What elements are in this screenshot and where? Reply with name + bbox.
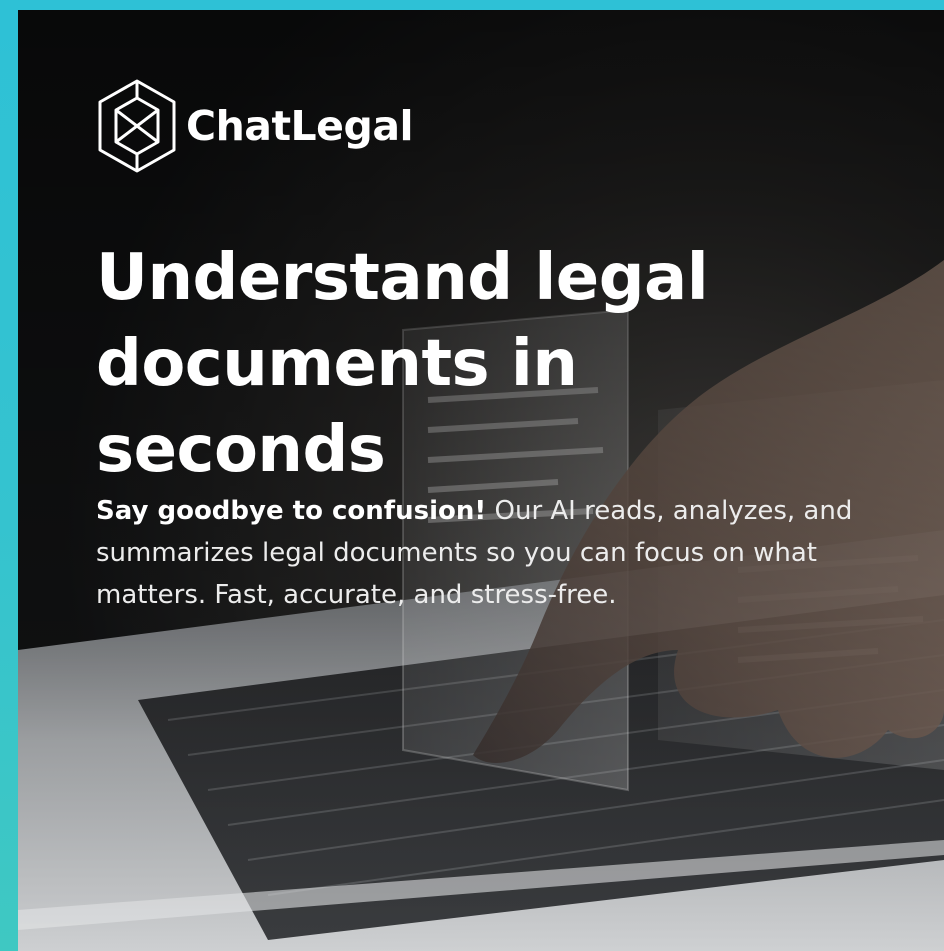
hero-description: Say goodbye to confusion! Our AI reads, … (96, 490, 886, 616)
headline-line: documents in (96, 327, 578, 401)
hero-headline: Understand legal documents in seconds (96, 235, 856, 493)
hexagon-monogram-icon (96, 78, 178, 174)
headline-line: Understand legal (96, 241, 709, 315)
teal-frame: ChatLegal Understand legal documents in … (0, 0, 944, 951)
hero-content: ChatLegal Understand legal documents in … (18, 10, 944, 951)
brand-name: ChatLegal (186, 101, 414, 150)
headline-line: seconds (96, 413, 386, 487)
description-lead: Say goodbye to confusion! (96, 496, 487, 526)
brand-logo: ChatLegal (96, 76, 414, 176)
promo-card: ChatLegal Understand legal documents in … (18, 10, 944, 951)
